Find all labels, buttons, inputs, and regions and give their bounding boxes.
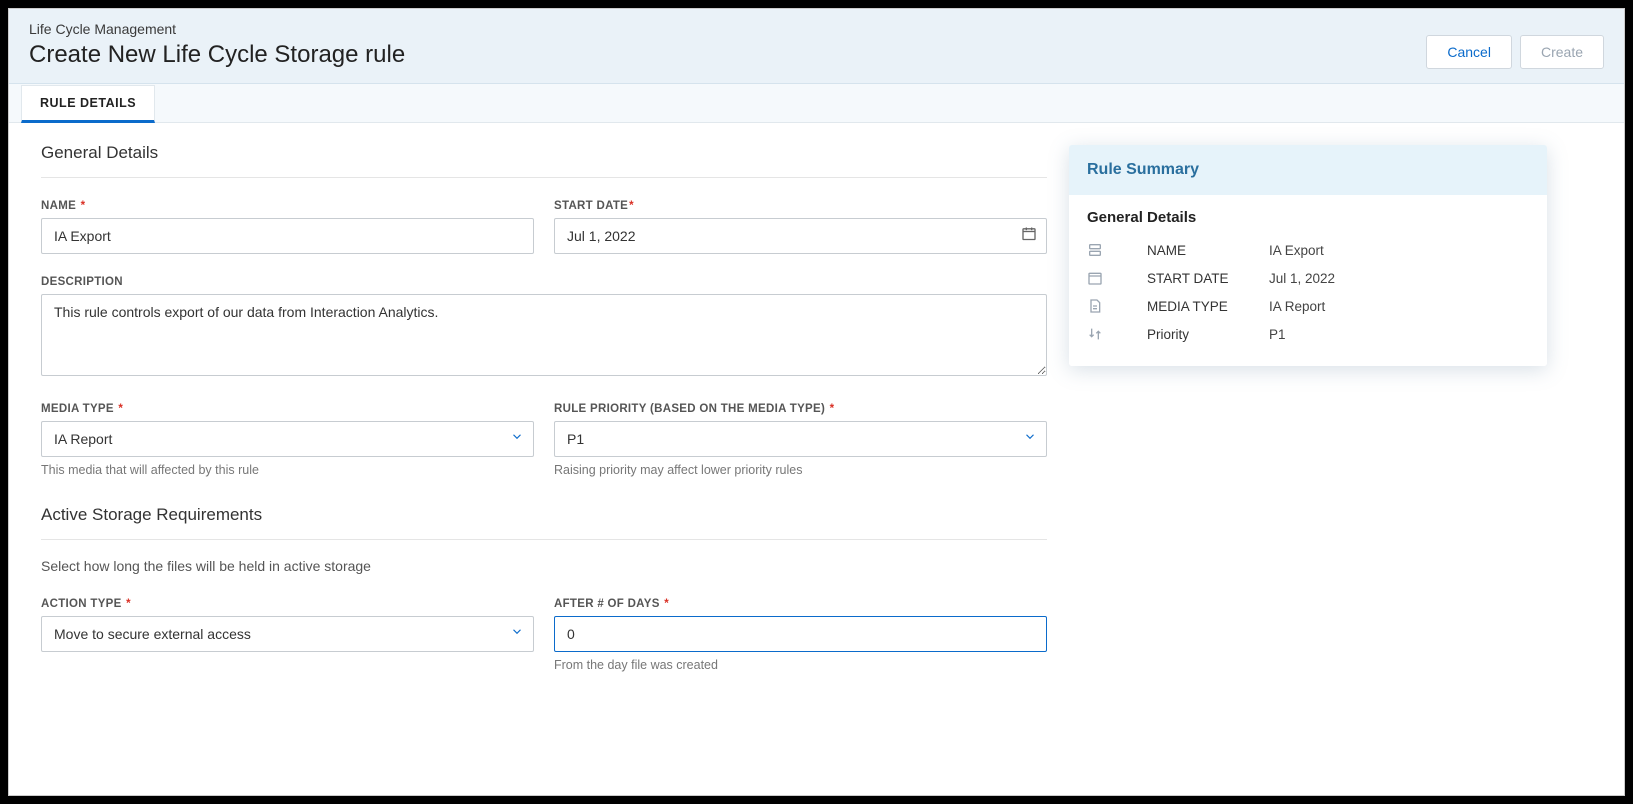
summary-row-start-date: START DATE Jul 1, 2022 — [1087, 264, 1529, 292]
summary-row-media-type: MEDIA TYPE IA Report — [1087, 292, 1529, 320]
cancel-button[interactable]: Cancel — [1426, 35, 1512, 69]
name-input[interactable] — [41, 218, 534, 254]
create-button[interactable]: Create — [1520, 35, 1604, 69]
rule-priority-label: RULE PRIORITY (BASED ON THE MEDIA TYPE) … — [554, 403, 1047, 415]
section-general-title: General Details — [41, 143, 1047, 178]
tab-rule-details[interactable]: RULE DETAILS — [21, 85, 155, 123]
rule-summary-panel: Rule Summary General Details NAME IA Exp… — [1069, 145, 1547, 366]
form-area: General Details NAME * START DATE* — [9, 123, 1069, 724]
summary-row-priority: Priority P1 — [1087, 320, 1529, 348]
action-type-label: ACTION TYPE * — [41, 598, 534, 610]
calendar-icon — [1087, 270, 1109, 286]
app-frame: Life Cycle Management Create New Life Cy… — [8, 8, 1625, 796]
media-type-select[interactable]: IA Report — [41, 421, 534, 457]
media-type-label: MEDIA TYPE * — [41, 403, 534, 415]
start-date-input[interactable] — [554, 218, 1047, 254]
description-textarea[interactable] — [41, 294, 1047, 376]
page-title: Create New Life Cycle Storage rule — [29, 41, 405, 69]
summary-row-name: NAME IA Export — [1087, 236, 1529, 264]
active-storage-subtitle: Select how long the files will be held i… — [41, 558, 1047, 574]
document-icon — [1087, 298, 1109, 314]
summary-section-title: General Details — [1087, 209, 1529, 226]
summary-title: Rule Summary — [1069, 145, 1547, 195]
description-label: DESCRIPTION — [41, 276, 1047, 288]
sort-icon — [1087, 326, 1109, 342]
rule-priority-helper: Raising priority may affect lower priori… — [554, 463, 1047, 477]
breadcrumb: Life Cycle Management — [29, 21, 405, 37]
action-type-select[interactable]: Move to secure external access — [41, 616, 534, 652]
after-days-helper: From the day file was created — [554, 658, 1047, 672]
after-days-input[interactable] — [554, 616, 1047, 652]
rule-priority-select[interactable]: P1 — [554, 421, 1047, 457]
layers-icon — [1087, 242, 1109, 258]
tabs-bar: RULE DETAILS — [9, 84, 1624, 123]
after-days-label: AFTER # OF DAYS * — [554, 598, 1047, 610]
media-type-helper: This media that will affected by this ru… — [41, 463, 534, 477]
start-date-label: START DATE* — [554, 200, 1047, 212]
section-active-storage-title: Active Storage Requirements — [41, 505, 1047, 540]
name-label: NAME * — [41, 200, 534, 212]
page-header: Life Cycle Management Create New Life Cy… — [9, 9, 1624, 84]
